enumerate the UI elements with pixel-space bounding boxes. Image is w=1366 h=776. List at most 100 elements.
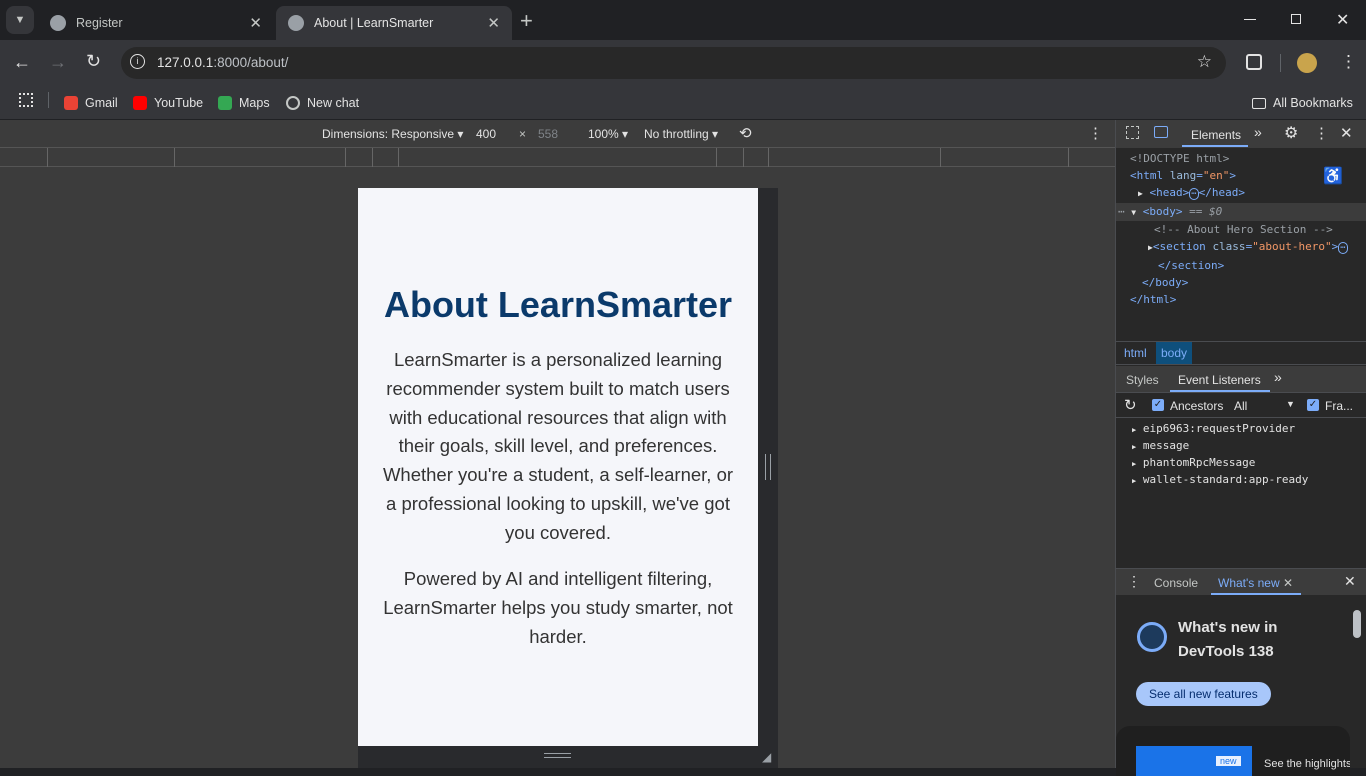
- extensions-icon[interactable]: [1246, 54, 1262, 70]
- tab-search-button[interactable]: ▼: [6, 6, 34, 34]
- site-info-icon[interactable]: i: [130, 54, 145, 69]
- dom-node-selected[interactable]: ⋯ ▼ <body> == $0: [1116, 203, 1366, 221]
- device-toolbar: Dimensions: Responsive ▾ 400 × 558 100% …: [0, 121, 1115, 147]
- dom-node[interactable]: ▶ <head> ⋯ </head>: [1116, 184, 1366, 203]
- close-window-icon[interactable]: ✕: [1336, 10, 1349, 30]
- divider: [1280, 54, 1281, 72]
- tab-register[interactable]: Register ✕: [38, 6, 274, 40]
- close-drawer-icon[interactable]: ✕: [1344, 573, 1356, 590]
- divider: [48, 92, 49, 108]
- whats-new-title: What's new in DevTools 138: [1178, 619, 1278, 660]
- throttle-select[interactable]: No throttling ▾: [644, 127, 718, 141]
- ancestors-checkbox[interactable]: ✓: [1152, 399, 1164, 411]
- zoom-select[interactable]: 100% ▾: [588, 127, 628, 141]
- address-bar[interactable]: i 127.0.0.1:8000/about/ ☆: [121, 47, 1226, 79]
- filter-dropdown-icon[interactable]: ▼: [1286, 399, 1295, 409]
- filter-select[interactable]: All: [1234, 399, 1294, 413]
- refresh-icon[interactable]: ↻: [1124, 396, 1137, 414]
- accessibility-icon[interactable]: ♿: [1323, 166, 1343, 186]
- close-tab-icon[interactable]: ✕: [1283, 576, 1293, 590]
- list-item[interactable]: ▶ phantomRpcMessage: [1132, 455, 1308, 472]
- crumb-body[interactable]: body: [1156, 342, 1193, 364]
- ancestors-label: Ancestors: [1170, 399, 1224, 413]
- globe-icon: [288, 15, 304, 31]
- corner-resize-icon[interactable]: ◢: [762, 750, 771, 764]
- youtube-icon: [133, 96, 147, 110]
- new-badge: new: [1216, 756, 1241, 766]
- width-input[interactable]: 400: [476, 127, 496, 141]
- devtools-panel: Elements » ⚙ ⋮ ✕ <!DOCTYPE html> <html l…: [1115, 120, 1366, 776]
- ellipsis-badge[interactable]: ⋯: [1189, 188, 1199, 200]
- tab-whats-new[interactable]: What's new ✕: [1218, 576, 1293, 590]
- avatar[interactable]: [1297, 53, 1317, 73]
- more-tabs-icon[interactable]: »: [1274, 369, 1282, 385]
- scrollbar[interactable]: [1353, 610, 1361, 638]
- breadcrumb: html body: [1116, 341, 1366, 365]
- inspect-icon[interactable]: [1126, 126, 1139, 139]
- emulated-page: About LearnSmarter LearnSmarter is a per…: [358, 188, 758, 746]
- maps-icon: [218, 96, 232, 110]
- forward-icon[interactable]: →: [49, 52, 67, 73]
- dom-node[interactable]: ▶<section class="about-hero"> ⋯: [1116, 238, 1366, 257]
- highlight-card[interactable]: new See the highlights: [1116, 726, 1350, 776]
- star-icon[interactable]: ☆: [1197, 52, 1212, 72]
- styles-tabbar: Styles Event Listeners »: [1116, 366, 1366, 393]
- more-tabs-icon[interactable]: »: [1254, 124, 1262, 140]
- all-bookmarks[interactable]: All Bookmarks: [1252, 92, 1353, 114]
- about-paragraph: LearnSmarter is a personalized learning …: [382, 349, 734, 543]
- device-toggle-icon[interactable]: [1154, 126, 1168, 138]
- new-tab-button[interactable]: +: [520, 8, 533, 34]
- reload-icon[interactable]: ↻: [86, 51, 101, 72]
- resize-handle-bottom[interactable]: ◢: [358, 746, 778, 768]
- crumb-html[interactable]: html: [1124, 346, 1147, 360]
- list-item[interactable]: ▶ wallet-standard:app-ready: [1132, 472, 1308, 489]
- bookmark-new-chat[interactable]: New chat: [286, 92, 359, 114]
- close-devtools-icon[interactable]: ✕: [1340, 124, 1353, 142]
- framework-label: Fra...: [1325, 399, 1354, 413]
- whats-new-content: What's new in DevTools 138 See all new f…: [1116, 596, 1366, 776]
- dimensions-select[interactable]: Dimensions: Responsive ▾: [322, 127, 463, 141]
- globe-icon: [50, 15, 66, 31]
- expand-arrow-icon[interactable]: ▶: [1138, 189, 1143, 198]
- more-options-icon[interactable]: ⋮: [1088, 124, 1103, 142]
- ellipsis-badge[interactable]: ⋯: [1338, 242, 1348, 254]
- dom-node[interactable]: <!-- About Hero Section -->: [1116, 221, 1366, 238]
- list-item[interactable]: ▶ eip6963:requestProvider: [1132, 421, 1308, 438]
- dom-node[interactable]: </section>: [1116, 257, 1366, 274]
- gear-icon[interactable]: ⚙: [1284, 123, 1298, 143]
- height-input[interactable]: 558: [538, 127, 558, 141]
- restore-icon[interactable]: [1291, 14, 1301, 24]
- tab-underline: [1182, 145, 1248, 147]
- media-query-ruler: [0, 147, 1115, 167]
- tab-label: About | LearnSmarter: [314, 16, 434, 30]
- tab-event-listeners[interactable]: Event Listeners: [1178, 373, 1261, 387]
- drawer-menu-icon[interactable]: ⋮: [1127, 573, 1141, 590]
- browser-menu-icon[interactable]: ⋮: [1340, 52, 1357, 72]
- page-title: About LearnSmarter: [383, 284, 733, 325]
- list-item[interactable]: ▶ message: [1132, 438, 1308, 455]
- resize-handle-right[interactable]: [758, 188, 778, 746]
- tab-about[interactable]: About | LearnSmarter ✕: [276, 6, 512, 40]
- see-all-features-button[interactable]: See all new features: [1136, 682, 1271, 706]
- rotate-icon[interactable]: ⟲: [739, 124, 752, 142]
- minimize-icon[interactable]: [1244, 19, 1256, 20]
- bookmark-gmail[interactable]: Gmail: [64, 92, 118, 114]
- tab-styles[interactable]: Styles: [1126, 373, 1159, 387]
- tab-elements[interactable]: Elements: [1191, 128, 1241, 142]
- dom-node[interactable]: <!DOCTYPE html>: [1116, 150, 1366, 167]
- bookmark-youtube[interactable]: YouTube: [133, 92, 203, 114]
- devtools-menu-icon[interactable]: ⋮: [1314, 124, 1329, 142]
- url-host: 127.0.0.1: [157, 55, 214, 70]
- back-icon[interactable]: ←: [13, 52, 31, 73]
- apps-icon[interactable]: [19, 93, 33, 107]
- close-tab-icon[interactable]: ✕: [487, 14, 500, 32]
- grip-icon: [544, 753, 571, 758]
- framework-checkbox[interactable]: ✓: [1307, 399, 1319, 411]
- dom-node[interactable]: </html>: [1116, 291, 1366, 308]
- tab-label: Register: [76, 16, 123, 30]
- close-tab-icon[interactable]: ✕: [249, 14, 262, 32]
- bookmark-maps[interactable]: Maps: [218, 92, 270, 114]
- dom-node[interactable]: </body>: [1116, 274, 1366, 291]
- tab-console[interactable]: Console: [1154, 576, 1198, 590]
- collapse-arrow-icon[interactable]: ▼: [1131, 208, 1136, 217]
